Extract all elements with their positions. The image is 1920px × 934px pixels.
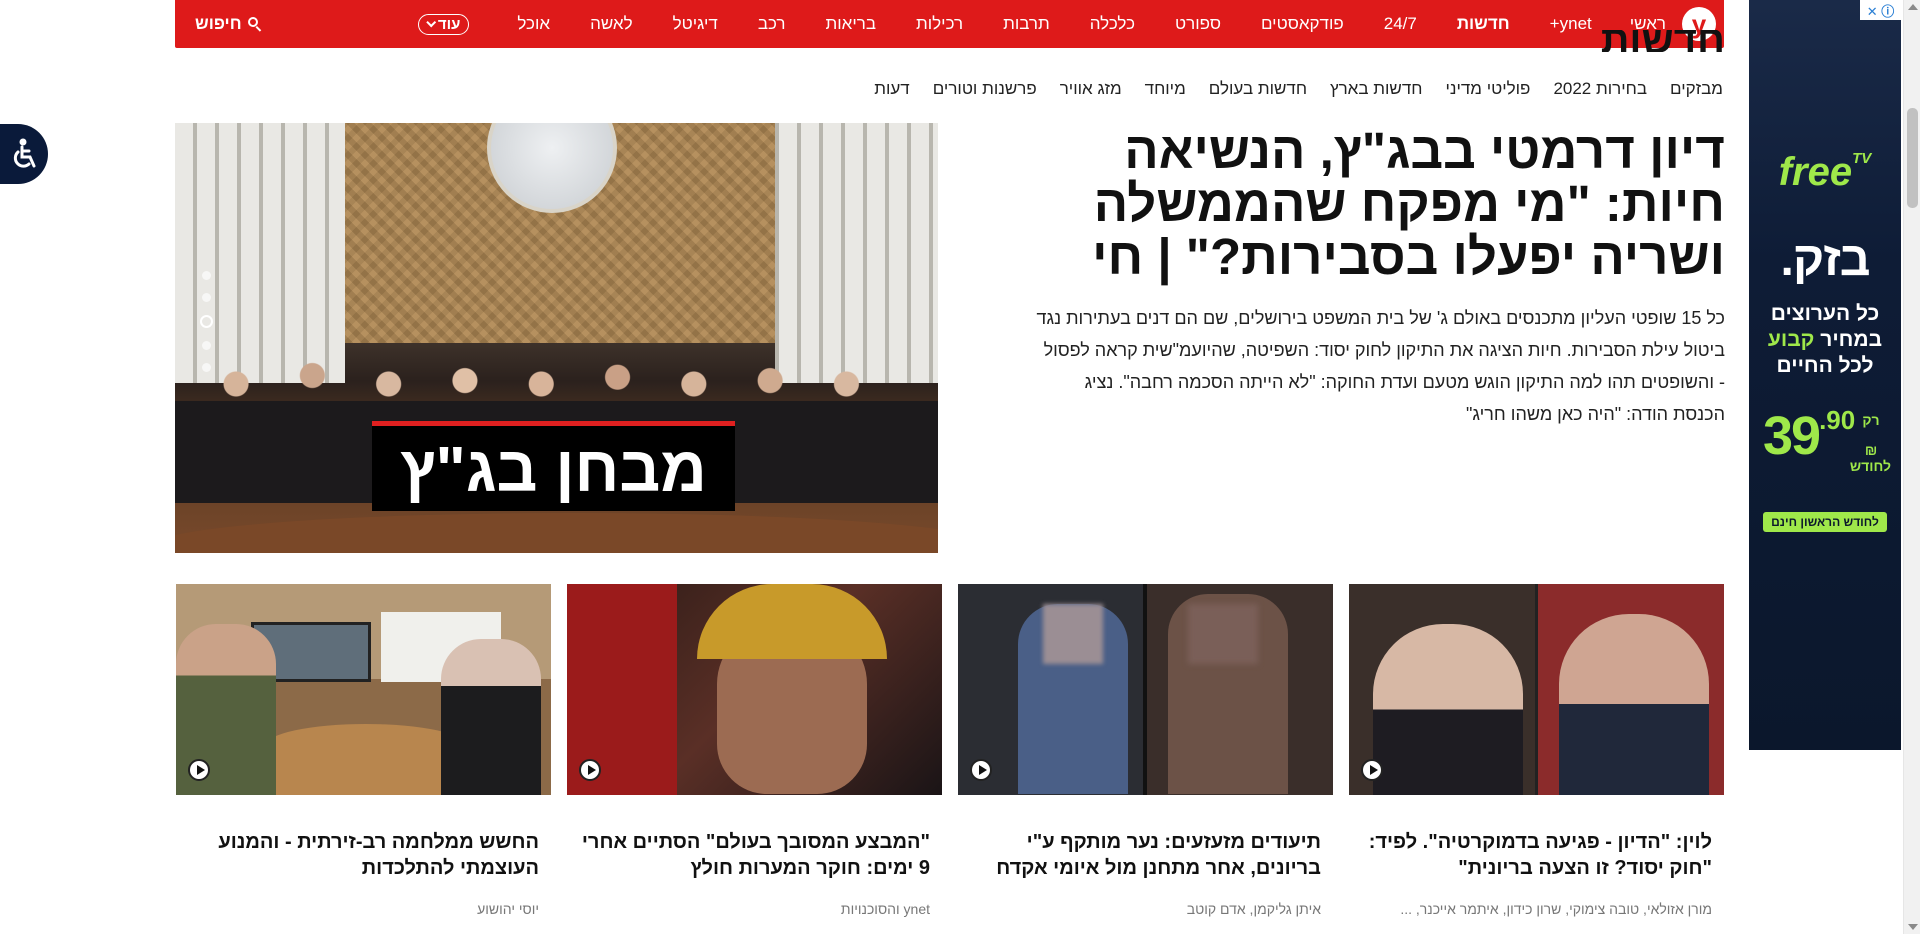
accessibility-icon xyxy=(13,138,36,168)
page-scrollbar[interactable] xyxy=(1903,0,1920,934)
article-authors: מורן אזולאי, טובה צימוקי, שרון כידון, אי… xyxy=(1400,901,1712,917)
article-thumbnail[interactable] xyxy=(176,584,551,795)
ad-price-number: 39 xyxy=(1763,406,1821,466)
ad-brand-bezeq: בזק. xyxy=(1780,233,1871,286)
nav-item-news[interactable]: חדשות xyxy=(1457,14,1510,34)
nav-item-cars[interactable]: רכב xyxy=(758,14,786,34)
advertisement-banner[interactable]: ⓘ ✕ freeTV בזק. כל הערוצים במחיר קבוע לכ… xyxy=(1749,0,1901,750)
ad-price-prefix: רק xyxy=(1862,412,1880,428)
carousel-dot[interactable] xyxy=(202,341,211,350)
subnav-item-politics[interactable]: פוליטי מדיני xyxy=(1445,79,1530,99)
nav-item-health[interactable]: בריאות xyxy=(825,14,876,34)
ad-price: 39.90 xyxy=(1763,405,1855,467)
scroll-up-arrow-icon[interactable] xyxy=(1908,4,1918,10)
main-navbar: y ראשי ynet+ חדשות 24/7 פודקאסטים ספורט … xyxy=(175,0,1724,48)
article-card: תיעודים מזעזעים: נער מותקף ע"י בריונים, … xyxy=(958,584,1333,917)
carousel-dot[interactable] xyxy=(202,363,211,372)
nav-list: ראשי ynet+ חדשות 24/7 פודקאסטים ספורט כל… xyxy=(175,13,1666,35)
photo-person xyxy=(1373,624,1523,795)
carousel-dot[interactable] xyxy=(202,293,211,302)
nav-item-24-7[interactable]: 24/7 xyxy=(1384,14,1417,34)
blurred-person xyxy=(1168,594,1288,794)
more-label: עוד xyxy=(437,15,461,33)
sub-navigation: מבזקים בחירות 2022 פוליטי מדיני חדשות בא… xyxy=(874,79,1723,99)
subnav-item-israel-news[interactable]: חדשות בארץ xyxy=(1330,79,1422,99)
article-card: החשש ממלחמה רב-זירתית - והמנוע העוצמתי ל… xyxy=(176,584,551,917)
play-video-icon[interactable] xyxy=(1361,759,1383,781)
carousel-dot[interactable] xyxy=(202,271,211,280)
meeting-table xyxy=(266,724,466,795)
article-authors: איתן גליקמן, אדם קוטב xyxy=(1186,901,1321,917)
main-story-title[interactable]: דיון דרמטי בבג"ץ, הנשיאה חיות: "מי מפקח … xyxy=(1025,124,1725,283)
play-video-icon[interactable] xyxy=(970,759,992,781)
article-thumbnail[interactable] xyxy=(958,584,1333,795)
section-heading: חדשות xyxy=(1600,30,1725,52)
nav-item-economy[interactable]: כלכלה xyxy=(1090,14,1135,34)
chevron-down-icon xyxy=(426,16,437,27)
nav-item-gossip[interactable]: רכילות xyxy=(916,14,963,34)
accessibility-button[interactable] xyxy=(0,124,48,184)
subnav-item-elections[interactable]: בחירות 2022 xyxy=(1553,79,1647,99)
article-thumbnail[interactable] xyxy=(567,584,942,795)
search-button[interactable]: חיפוש xyxy=(195,14,262,34)
main-story-image[interactable]: מבחן בג"ץ xyxy=(175,123,938,553)
article-card: "המבצע המסובך בעולם" הסתיים אחרי 9 ימים:… xyxy=(567,584,942,917)
ad-cta-button[interactable]: לחודש הראשון חינם xyxy=(1763,512,1887,532)
nav-item-women[interactable]: לאשה xyxy=(590,14,633,34)
nav-item-culture[interactable]: תרבות xyxy=(1003,14,1050,34)
photo-person xyxy=(441,639,541,795)
subnav-item-world-news[interactable]: חדשות בעולם xyxy=(1209,79,1307,99)
search-label: חיפוש xyxy=(195,14,242,33)
image-overlay-label: מבחן בג"ץ xyxy=(372,421,735,511)
subnav-item-analysis[interactable]: פרשנות וטורים xyxy=(933,79,1037,99)
ad-brand-free: free xyxy=(1778,150,1853,194)
subnav-item-weather[interactable]: מזג אוויר xyxy=(1060,79,1122,99)
scroll-down-arrow-icon[interactable] xyxy=(1908,924,1918,930)
play-video-icon[interactable] xyxy=(188,759,210,781)
carousel-dot-active[interactable] xyxy=(200,315,213,328)
nav-item-podcasts[interactable]: פודקאסטים xyxy=(1261,14,1344,34)
play-video-icon[interactable] xyxy=(579,759,601,781)
helmet xyxy=(697,584,887,659)
more-menu-button[interactable]: עוד xyxy=(417,13,470,35)
article-thumbnail[interactable] xyxy=(1349,584,1724,795)
photo-divider xyxy=(1143,584,1147,795)
ad-text-highlight: קבוע xyxy=(1767,328,1815,351)
ad-brand-freetv: freeTV xyxy=(1749,150,1901,195)
ad-price-label: רק ₪ לחודש xyxy=(1849,412,1891,474)
photo-divider xyxy=(1535,584,1538,795)
nav-item-digital[interactable]: דיגיטל xyxy=(673,14,718,34)
ad-text-line: לכל החיים xyxy=(1776,354,1874,377)
main-story-subtitle: כל 15 שופטי העליון מתכנסים באולם ג' של ב… xyxy=(1036,308,1725,424)
nav-item-sport[interactable]: ספורט xyxy=(1175,14,1221,34)
ad-text-prefix: במחיר xyxy=(1814,328,1883,351)
ad-currency: ₪ xyxy=(1864,442,1878,458)
adchoices-icon[interactable]: ⓘ ✕ xyxy=(1860,0,1901,20)
carousel-dots xyxy=(200,271,213,372)
nav-item-ynet-plus[interactable]: ynet+ xyxy=(1550,14,1592,34)
ad-text-line: במחיר קבוע xyxy=(1749,328,1901,352)
ad-text-line: כל הערוצים xyxy=(1770,302,1880,325)
photo-person xyxy=(1559,614,1709,795)
subnav-item-special[interactable]: מיוחד xyxy=(1145,79,1186,99)
article-title[interactable]: לוין: "הדיון - פגיעה בדמוקרטיה". לפיד: "… xyxy=(1349,829,1724,881)
ad-per-month: לחודש xyxy=(1849,458,1891,474)
blurred-person xyxy=(1018,604,1128,794)
subnav-item-flash[interactable]: מבזקים xyxy=(1670,79,1723,99)
scrollbar-thumb[interactable] xyxy=(1907,108,1918,208)
article-card: לוין: "הדיון - פגיעה בדמוקרטיה". לפיד: "… xyxy=(1349,584,1724,917)
article-title[interactable]: תיעודים מזעזעים: נער מותקף ע"י בריונים, … xyxy=(958,829,1333,881)
courtroom-desk xyxy=(175,513,938,553)
article-title[interactable]: "המבצע המסובך בעולם" הסתיים אחרי 9 ימים:… xyxy=(567,829,942,881)
article-title[interactable]: החשש ממלחמה רב-זירתית - והמנוע העוצמתי ל… xyxy=(176,829,551,881)
search-icon xyxy=(247,17,262,31)
article-authors: ynet והסוכנויות xyxy=(840,901,930,917)
article-authors: יוסי יהושוע xyxy=(477,901,539,917)
subnav-item-opinions[interactable]: דעות xyxy=(874,79,909,99)
ad-price-cents: .90 xyxy=(1819,405,1856,435)
nav-item-food[interactable]: אוכל xyxy=(517,14,550,34)
ad-brand-tv: TV xyxy=(1852,150,1872,167)
